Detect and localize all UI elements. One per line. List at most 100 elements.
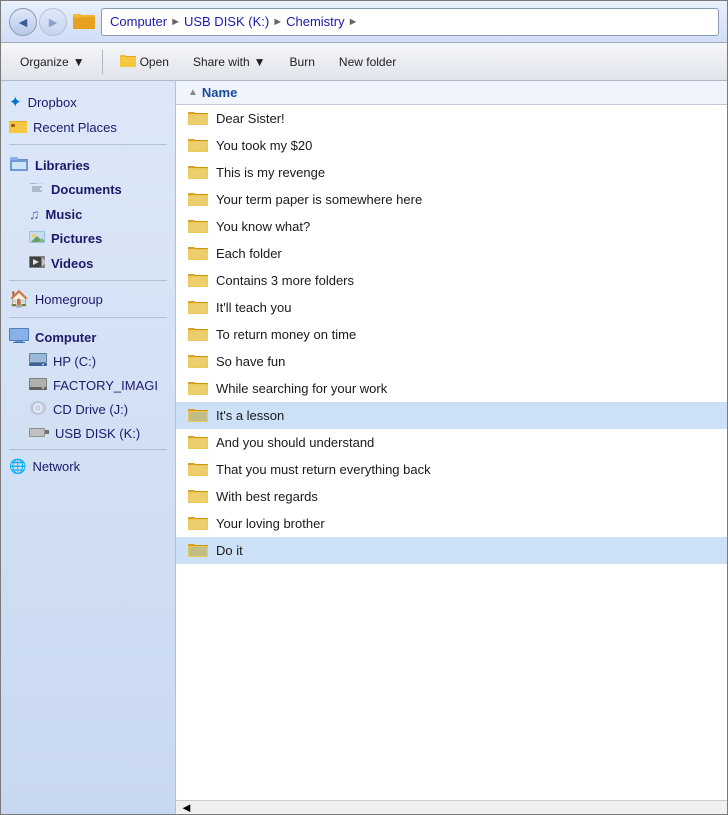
- list-item[interactable]: With best regards: [176, 483, 727, 510]
- file-name: Your loving brother: [216, 516, 325, 531]
- address-path[interactable]: Computer ► USB DISK (K:) ► Chemistry ►: [101, 8, 719, 36]
- pictures-label: Pictures: [51, 231, 102, 246]
- horizontal-scrollbar[interactable]: ◄: [176, 800, 727, 814]
- file-list-header[interactable]: ▲ Name: [176, 81, 727, 105]
- burn-button[interactable]: Burn: [279, 50, 326, 74]
- dropbox-label: Dropbox: [28, 95, 77, 110]
- path-chemistry[interactable]: Chemistry: [286, 14, 345, 29]
- file-name: While searching for your work: [216, 381, 387, 396]
- file-name: So have fun: [216, 354, 285, 369]
- network-label: Network: [32, 459, 80, 474]
- computer-label: Computer: [35, 330, 96, 345]
- file-name: Do it: [216, 543, 243, 558]
- usb-disk-icon: [29, 426, 49, 441]
- sidebar-item-dropbox[interactable]: ✦ Dropbox: [1, 89, 175, 115]
- sidebar-divider-2: [9, 280, 167, 281]
- path-usb[interactable]: USB DISK (K:): [184, 14, 269, 29]
- list-item[interactable]: Do it: [176, 537, 727, 564]
- list-item[interactable]: To return money on time: [176, 321, 727, 348]
- hp-drive-label: HP (C:): [53, 354, 96, 369]
- list-item[interactable]: Your term paper is somewhere here: [176, 186, 727, 213]
- list-item[interactable]: Your loving brother: [176, 510, 727, 537]
- new-folder-label: New folder: [339, 55, 396, 69]
- network-icon: 🌐: [9, 458, 26, 475]
- scroll-left-arrow[interactable]: ◄: [176, 800, 197, 814]
- sidebar-item-documents[interactable]: Documents: [1, 177, 175, 202]
- sidebar-divider-4: [9, 449, 167, 450]
- sort-up-arrow: ▲: [188, 87, 198, 98]
- sidebar-item-factory[interactable]: FACTORY_IMAGI: [1, 373, 175, 397]
- list-item[interactable]: It's a lesson: [176, 402, 727, 429]
- pictures-icon: [29, 230, 45, 247]
- sidebar-item-usb-disk[interactable]: USB DISK (K:): [1, 422, 175, 445]
- list-item[interactable]: So have fun: [176, 348, 727, 375]
- back-button[interactable]: ◄: [9, 8, 37, 36]
- main-content: ✦ Dropbox Recent Places: [1, 81, 727, 814]
- folder-icon: [188, 406, 208, 425]
- share-with-button[interactable]: Share with ▼: [182, 50, 277, 74]
- folder-icon: [188, 163, 208, 182]
- toolbar: Organize ▼ Open Share with ▼ Burn New fo…: [1, 43, 727, 81]
- folder-icon: [188, 352, 208, 371]
- share-dropdown-icon: ▼: [254, 55, 266, 69]
- file-list-container: ▲ Name Dear Sister! You took my $20 This…: [176, 81, 727, 814]
- homegroup-label: Homegroup: [35, 292, 103, 307]
- list-item[interactable]: You know what?: [176, 213, 727, 240]
- folder-icon: [188, 244, 208, 263]
- sidebar-item-recent-places[interactable]: Recent Places: [1, 115, 175, 140]
- factory-drive-icon: [29, 377, 47, 393]
- sidebar-item-videos[interactable]: Videos: [1, 251, 175, 276]
- file-name: Contains 3 more folders: [216, 273, 354, 288]
- list-item[interactable]: While searching for your work: [176, 375, 727, 402]
- factory-drive-label: FACTORY_IMAGI: [53, 378, 158, 393]
- folder-icon: [188, 514, 208, 533]
- toolbar-separator-1: [102, 50, 103, 74]
- forward-button[interactable]: ►: [39, 8, 67, 36]
- sidebar-item-pictures[interactable]: Pictures: [1, 226, 175, 251]
- new-folder-button[interactable]: New folder: [328, 50, 407, 74]
- file-name: Dear Sister!: [216, 111, 285, 126]
- file-name: And you should understand: [216, 435, 374, 450]
- folder-nav-icon: [73, 11, 95, 32]
- organize-dropdown-icon: ▼: [73, 55, 85, 69]
- list-item[interactable]: It'll teach you: [176, 294, 727, 321]
- open-button[interactable]: Open: [109, 48, 180, 75]
- list-item[interactable]: Contains 3 more folders: [176, 267, 727, 294]
- file-name: Your term paper is somewhere here: [216, 192, 422, 207]
- sidebar-libraries[interactable]: Libraries: [1, 149, 175, 177]
- folder-icon: [188, 379, 208, 398]
- list-item[interactable]: And you should understand: [176, 429, 727, 456]
- folder-icon: [188, 460, 208, 479]
- organize-button[interactable]: Organize ▼: [9, 50, 96, 74]
- sidebar-item-homegroup[interactable]: 🏠 Homegroup: [1, 285, 175, 313]
- list-item[interactable]: Dear Sister!: [176, 105, 727, 132]
- file-name: That you must return everything back: [216, 462, 431, 477]
- folder-icon: [188, 433, 208, 452]
- sidebar-item-hp-c[interactable]: HP (C:): [1, 349, 175, 373]
- music-label: Music: [46, 207, 83, 222]
- file-name: To return money on time: [216, 327, 356, 342]
- sidebar-item-music[interactable]: ♫ Music: [1, 202, 175, 226]
- open-label: Open: [140, 55, 169, 69]
- folder-icon: [188, 136, 208, 155]
- libraries-icon: [9, 155, 29, 175]
- list-item[interactable]: That you must return everything back: [176, 456, 727, 483]
- sidebar-divider-3: [9, 317, 167, 318]
- documents-icon: [29, 181, 45, 198]
- list-item[interactable]: Each folder: [176, 240, 727, 267]
- path-computer[interactable]: Computer: [110, 14, 167, 29]
- list-item[interactable]: You took my $20: [176, 132, 727, 159]
- sidebar-item-cd-drive[interactable]: CD Drive (J:): [1, 397, 175, 422]
- recent-places-label: Recent Places: [33, 120, 117, 135]
- homegroup-icon: 🏠: [9, 289, 29, 309]
- open-folder-icon: [120, 53, 136, 70]
- file-name: It'll teach you: [216, 300, 291, 315]
- sidebar: ✦ Dropbox Recent Places: [1, 81, 176, 814]
- music-icon: ♫: [29, 206, 40, 222]
- sidebar-computer[interactable]: Computer: [1, 322, 175, 349]
- file-name: Each folder: [216, 246, 282, 261]
- list-item[interactable]: This is my revenge: [176, 159, 727, 186]
- sidebar-item-network[interactable]: 🌐 Network: [1, 454, 175, 479]
- file-name: With best regards: [216, 489, 318, 504]
- dropbox-icon: ✦: [9, 93, 22, 111]
